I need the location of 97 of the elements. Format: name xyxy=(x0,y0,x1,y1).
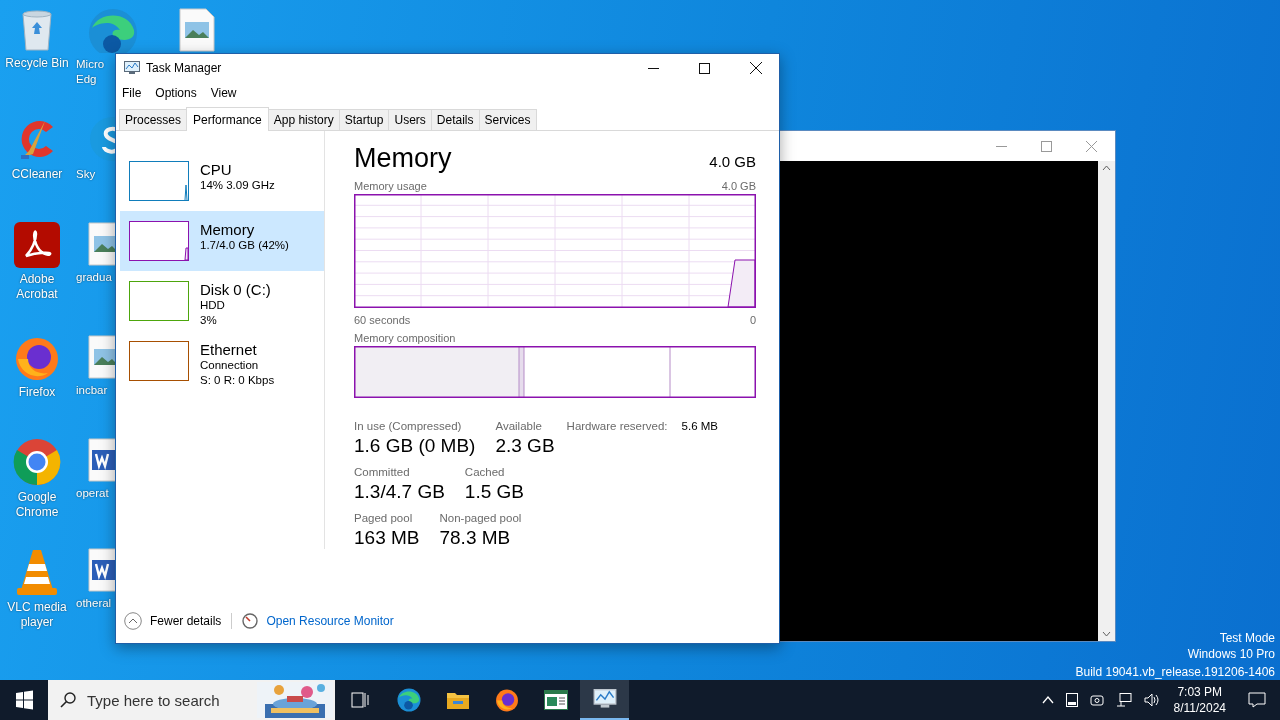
stat-label: Paged pool xyxy=(354,512,414,524)
image-file-icon[interactable] xyxy=(88,335,115,379)
clock-time[interactable]: 7:03 PM xyxy=(1177,684,1223,700)
edge-icon xyxy=(396,688,421,712)
stat-value: 5.6 MB xyxy=(681,420,718,432)
close-icon[interactable] xyxy=(750,62,762,74)
stat-label: Committed xyxy=(354,466,411,478)
chrome-icon[interactable] xyxy=(13,438,61,486)
tab[interactable]: Users xyxy=(388,109,432,130)
icon-label: Google Chrome xyxy=(14,490,60,520)
stat-label: Non-paged pool xyxy=(439,512,522,524)
arrow-down-icon[interactable] xyxy=(1102,631,1111,637)
tablet-icon[interactable] xyxy=(1065,693,1078,707)
resource-item[interactable]: Memory 1.7/4.0 GB (42%) xyxy=(120,211,324,271)
image-file-icon[interactable] xyxy=(88,222,115,266)
axis-label: 0 xyxy=(749,314,756,326)
graph-label: Memory composition xyxy=(354,332,456,344)
stat-value: 1.3/4.7 GB xyxy=(354,481,445,503)
notification-icon[interactable] xyxy=(1248,692,1266,708)
resource-item[interactable]: Ethernet Connection S: 0 R: 0 Kbps xyxy=(120,331,324,391)
icon-label: Sky xyxy=(76,167,97,182)
resource-detail: HDD xyxy=(200,298,226,313)
task-manager-icon xyxy=(124,61,140,75)
gauge-icon xyxy=(242,613,259,629)
taskbar-button[interactable] xyxy=(580,680,629,720)
stat-label: Hardware reserved: xyxy=(566,420,668,432)
stat-label: Available xyxy=(495,420,543,432)
icon-label: VLC media player xyxy=(6,600,68,630)
image-file-icon[interactable] xyxy=(179,8,215,52)
icon-label: gradua xyxy=(76,270,113,285)
chevron-up-icon[interactable] xyxy=(1041,696,1054,704)
firefox-icon xyxy=(494,688,519,712)
system-notice: Build 19041.vb_release.191206-1406 xyxy=(1075,664,1275,680)
tab[interactable]: App history xyxy=(267,109,340,130)
resource-detail: Connection xyxy=(200,358,260,373)
icon-label: Adobe Acrobat xyxy=(15,272,59,302)
window-title: Task Manager xyxy=(146,61,222,75)
resource-detail: 1.7/4.0 GB (42%) xyxy=(200,238,289,253)
stat-value: 1.5 GB xyxy=(464,481,524,503)
icon-label: CCleaner xyxy=(11,167,63,182)
resource-name: Memory xyxy=(200,221,256,238)
stat-value: 1.6 GB (0 MB) xyxy=(354,435,476,457)
chevron-up-icon xyxy=(124,612,142,630)
resource-item[interactable]: Disk 0 (C:) HDD 3% xyxy=(120,271,324,331)
fewer-details-button[interactable]: Fewer details xyxy=(124,612,222,630)
tab[interactable]: Processes xyxy=(119,109,188,130)
axis-label: 60 seconds xyxy=(354,314,411,326)
maximize-icon[interactable] xyxy=(699,62,710,74)
menu-item[interactable]: File xyxy=(122,86,142,100)
window-icon xyxy=(543,690,568,710)
tab[interactable]: Services xyxy=(478,109,537,130)
graph-label: Memory usage xyxy=(354,180,427,192)
panel-title: Memory xyxy=(354,143,452,174)
arrow-up-icon[interactable] xyxy=(1102,165,1111,171)
firefox-icon[interactable] xyxy=(14,335,60,381)
webcam-icon[interactable] xyxy=(1089,693,1104,707)
stat-label: Cached xyxy=(464,466,506,478)
system-notice: Windows 10 Pro xyxy=(1187,646,1275,662)
task-manager-icon xyxy=(592,689,617,709)
acrobat-icon[interactable] xyxy=(14,222,60,268)
icon-label: Micro Edg xyxy=(76,57,106,87)
menu-item[interactable]: View xyxy=(210,86,237,100)
icon-label: operat xyxy=(76,486,110,501)
scrollbar[interactable] xyxy=(1098,161,1115,641)
stat-value: 163 MB xyxy=(354,527,420,549)
stat-value: 78.3 MB xyxy=(439,527,512,549)
tab[interactable]: Details xyxy=(430,109,480,130)
tab[interactable]: Performance xyxy=(186,107,269,131)
resource-name: Ethernet xyxy=(200,341,258,358)
stat-value: 2.3 GB xyxy=(495,435,555,457)
resource-detail: S: 0 R: 0 Kbps xyxy=(200,373,275,388)
word-document-icon[interactable] xyxy=(88,548,115,592)
resource-name: CPU xyxy=(200,161,233,178)
edge-icon[interactable] xyxy=(88,8,138,53)
icon-label: Firefox xyxy=(18,385,56,400)
icon-label: Recycle Bin xyxy=(5,56,69,71)
traffic-cone-icon[interactable] xyxy=(15,548,59,596)
task-view-icon xyxy=(350,692,369,708)
network-icon[interactable] xyxy=(1115,693,1132,707)
tab[interactable]: Startup xyxy=(338,109,390,130)
graph-max-label: 4.0 GB xyxy=(721,180,756,192)
search-icon xyxy=(60,692,76,708)
total-memory: 4.0 GB xyxy=(709,153,756,170)
system-notice: Test Mode xyxy=(1219,630,1275,646)
icon-label: otheral xyxy=(76,596,113,611)
resource-item[interactable]: CPU 14% 3.09 GHz xyxy=(120,151,324,211)
icon-label: incbar xyxy=(76,383,109,398)
volume-icon[interactable] xyxy=(1143,693,1160,707)
clock-date[interactable]: 8/11/2024 xyxy=(1173,700,1226,716)
resource-name: Disk 0 (C:) xyxy=(200,281,271,298)
menu-item[interactable]: Options xyxy=(155,86,197,100)
stat-label: In use (Compressed) xyxy=(354,420,463,432)
folder-icon xyxy=(445,690,470,710)
resource-detail: 14% 3.09 GHz xyxy=(200,178,275,193)
resource-monitor-link[interactable]: Open Resource Monitor xyxy=(266,614,394,628)
resource-detail: 3% xyxy=(200,313,218,328)
word-document-icon[interactable] xyxy=(88,438,115,482)
